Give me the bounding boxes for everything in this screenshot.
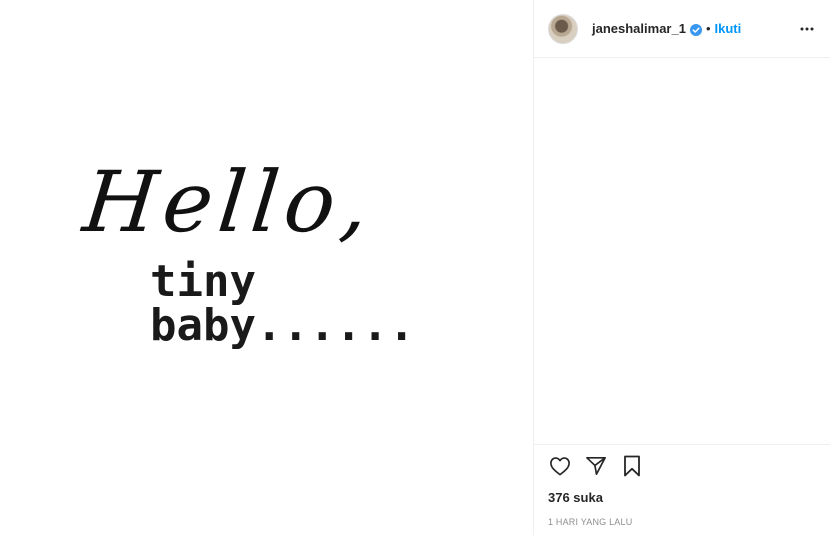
image-text-tiny-baby: tiny baby......: [150, 256, 415, 351]
verified-badge-icon: [689, 23, 702, 36]
action-bar: [534, 444, 830, 486]
heart-icon[interactable]: [548, 454, 572, 478]
comments-area: [534, 58, 830, 444]
paper-plane-icon[interactable]: [584, 454, 608, 478]
separator-dot: •: [705, 21, 711, 36]
avatar[interactable]: [548, 13, 578, 44]
more-options-icon[interactable]: [798, 20, 816, 38]
post-image[interactable]: Hello, tiny baby......: [0, 0, 533, 535]
image-text-hello: Hello,: [78, 153, 380, 251]
follow-button[interactable]: Ikuti: [715, 21, 742, 36]
post-header: janeshalimar_1 • Ikuti: [534, 0, 830, 58]
post-timestamp[interactable]: 1 HARI YANG LALU: [534, 517, 830, 527]
username-link[interactable]: janeshalimar_1: [592, 21, 686, 36]
post-side-panel: janeshalimar_1 • Ikuti 376 suka 1 HARI Y…: [533, 0, 830, 535]
bookmark-icon[interactable]: [620, 454, 644, 478]
like-count[interactable]: 376 suka: [534, 490, 830, 505]
instagram-post: Hello, tiny baby...... janeshalimar_1 • …: [0, 0, 831, 535]
